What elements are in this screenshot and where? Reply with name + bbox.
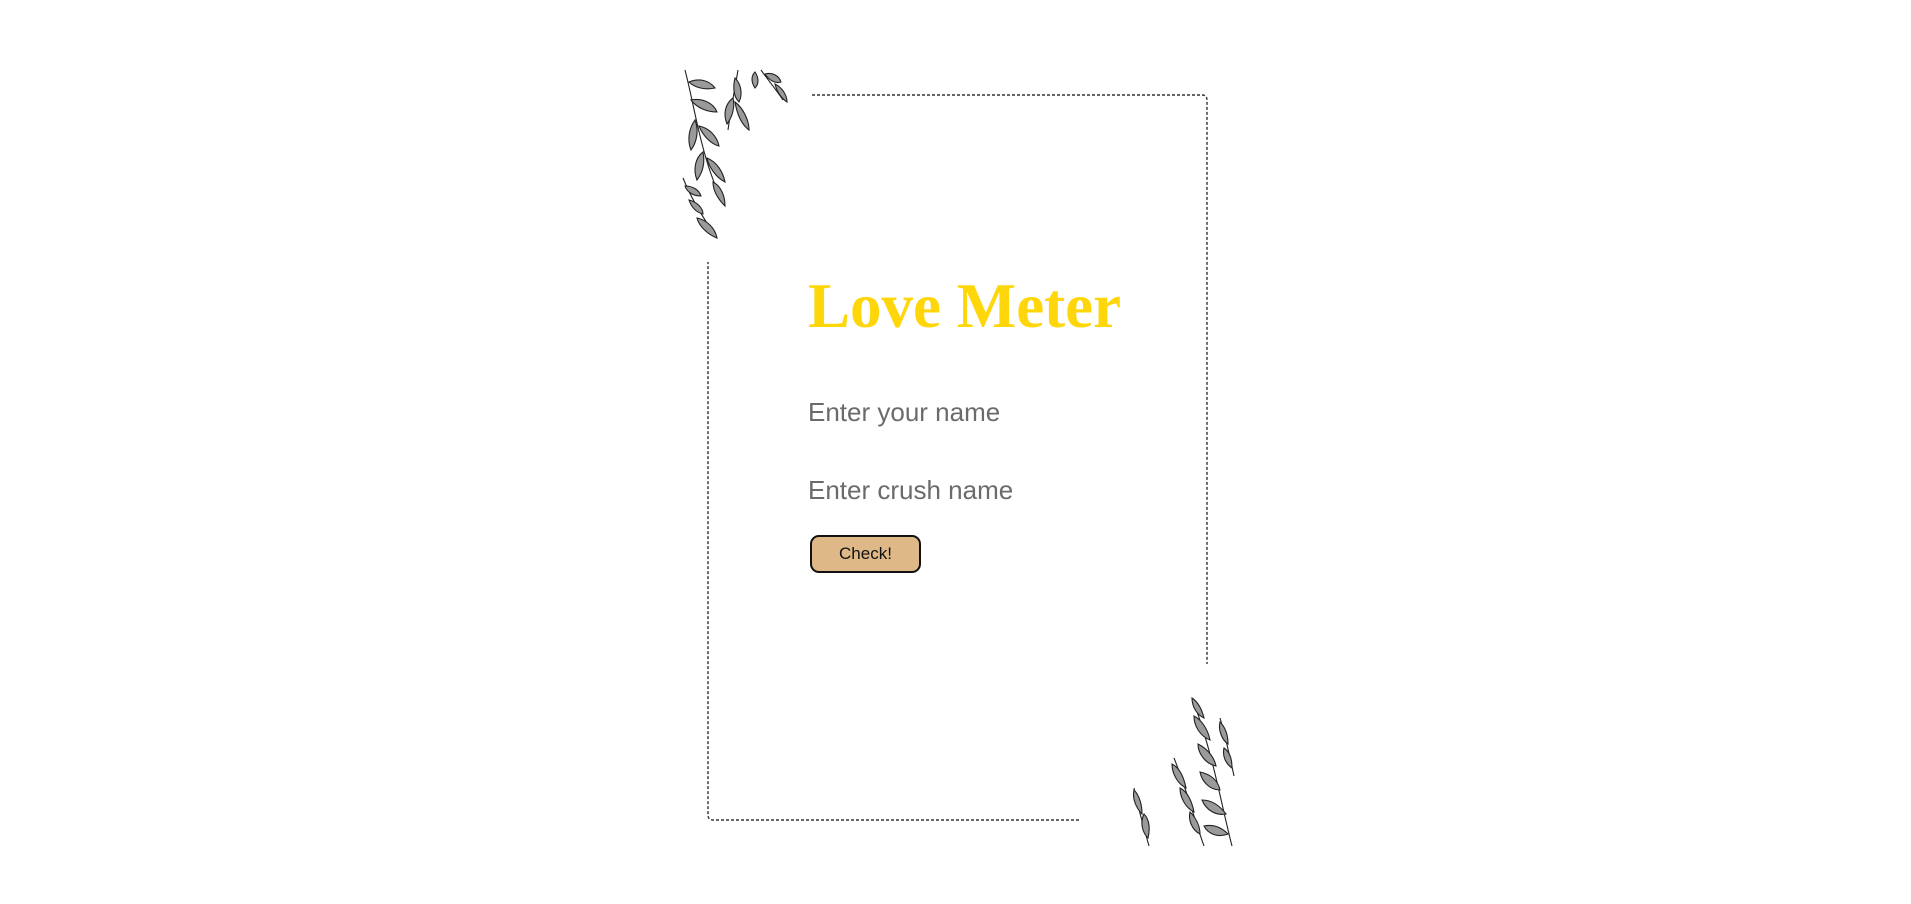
leaf-branch-icon <box>1132 696 1235 847</box>
decorative-frame <box>682 69 1235 847</box>
check-button[interactable]: Check! <box>810 535 921 573</box>
page-title: Love Meter <box>808 271 1122 341</box>
dashed-border <box>707 94 1208 821</box>
love-meter-card: Love Meter Check! <box>682 68 1235 848</box>
page: Love Meter Check! <box>0 0 1911 904</box>
leaf-branch-icon <box>682 69 788 239</box>
your-name-input[interactable] <box>805 392 1068 432</box>
crush-name-input[interactable] <box>805 470 1068 510</box>
